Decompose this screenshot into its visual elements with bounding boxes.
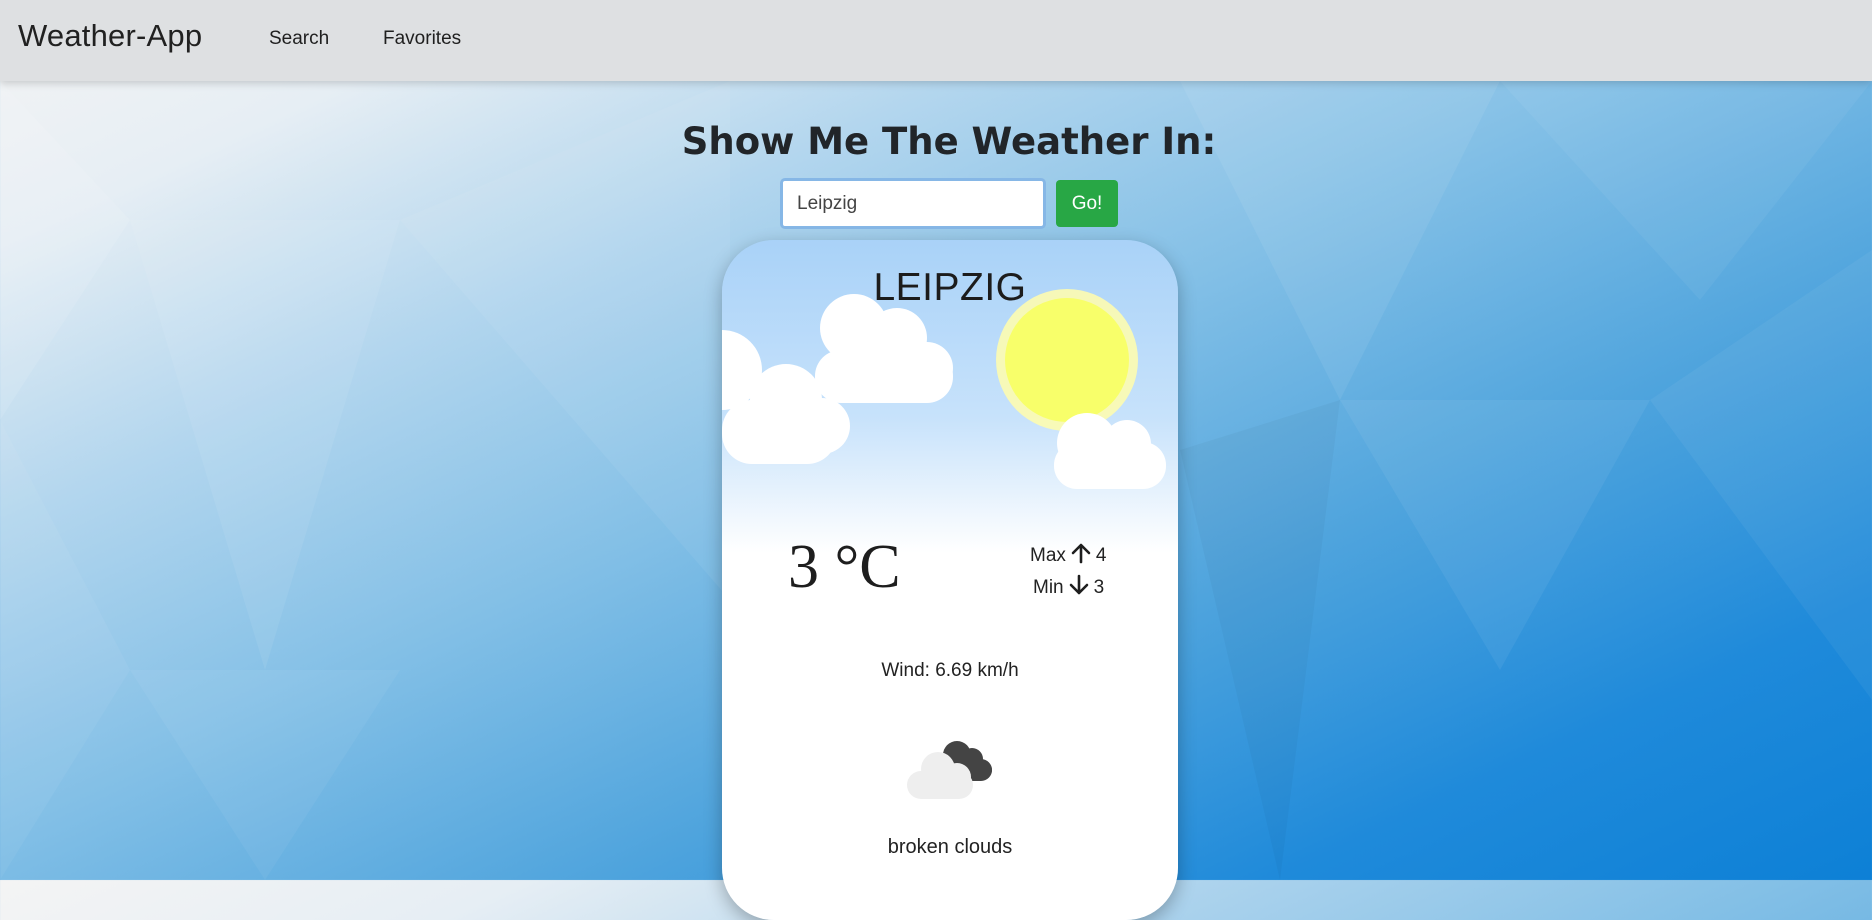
arrow-down-icon bbox=[1068, 574, 1090, 602]
broken-clouds-icon bbox=[907, 741, 992, 799]
min-temperature: Min 3 bbox=[1033, 574, 1104, 602]
city-name: LEIPZIG bbox=[873, 266, 1027, 309]
nav-link-search[interactable]: Search bbox=[269, 28, 329, 50]
max-temperature: Max 4 bbox=[1030, 542, 1106, 570]
city-search-input[interactable] bbox=[780, 178, 1046, 229]
navbar: Weather-App Search Favorites bbox=[0, 0, 1872, 81]
wind-speed: Wind: 6.69 km/h bbox=[881, 660, 1019, 681]
weather-card: LEIPZIG 3 °C Max 4 Min 3 Wind: 6.69 km/h… bbox=[722, 240, 1178, 920]
app-brand[interactable]: Weather-App bbox=[18, 18, 202, 54]
current-temperature: 3 °C bbox=[788, 533, 901, 601]
arrow-up-icon bbox=[1070, 542, 1092, 570]
min-value: 3 bbox=[1093, 577, 1105, 598]
cloud-icon bbox=[815, 294, 953, 403]
nav-link-favorites[interactable]: Favorites bbox=[383, 28, 461, 50]
max-label: Max bbox=[1030, 545, 1066, 566]
cloud-icon bbox=[1054, 413, 1166, 489]
min-label: Min bbox=[1033, 577, 1064, 598]
go-button[interactable]: Go! bbox=[1056, 180, 1118, 227]
search-heading: Show Me The Weather In: bbox=[681, 120, 1217, 163]
sun-icon bbox=[996, 289, 1138, 431]
weather-description: broken clouds bbox=[887, 836, 1013, 858]
max-value: 4 bbox=[1095, 545, 1107, 566]
